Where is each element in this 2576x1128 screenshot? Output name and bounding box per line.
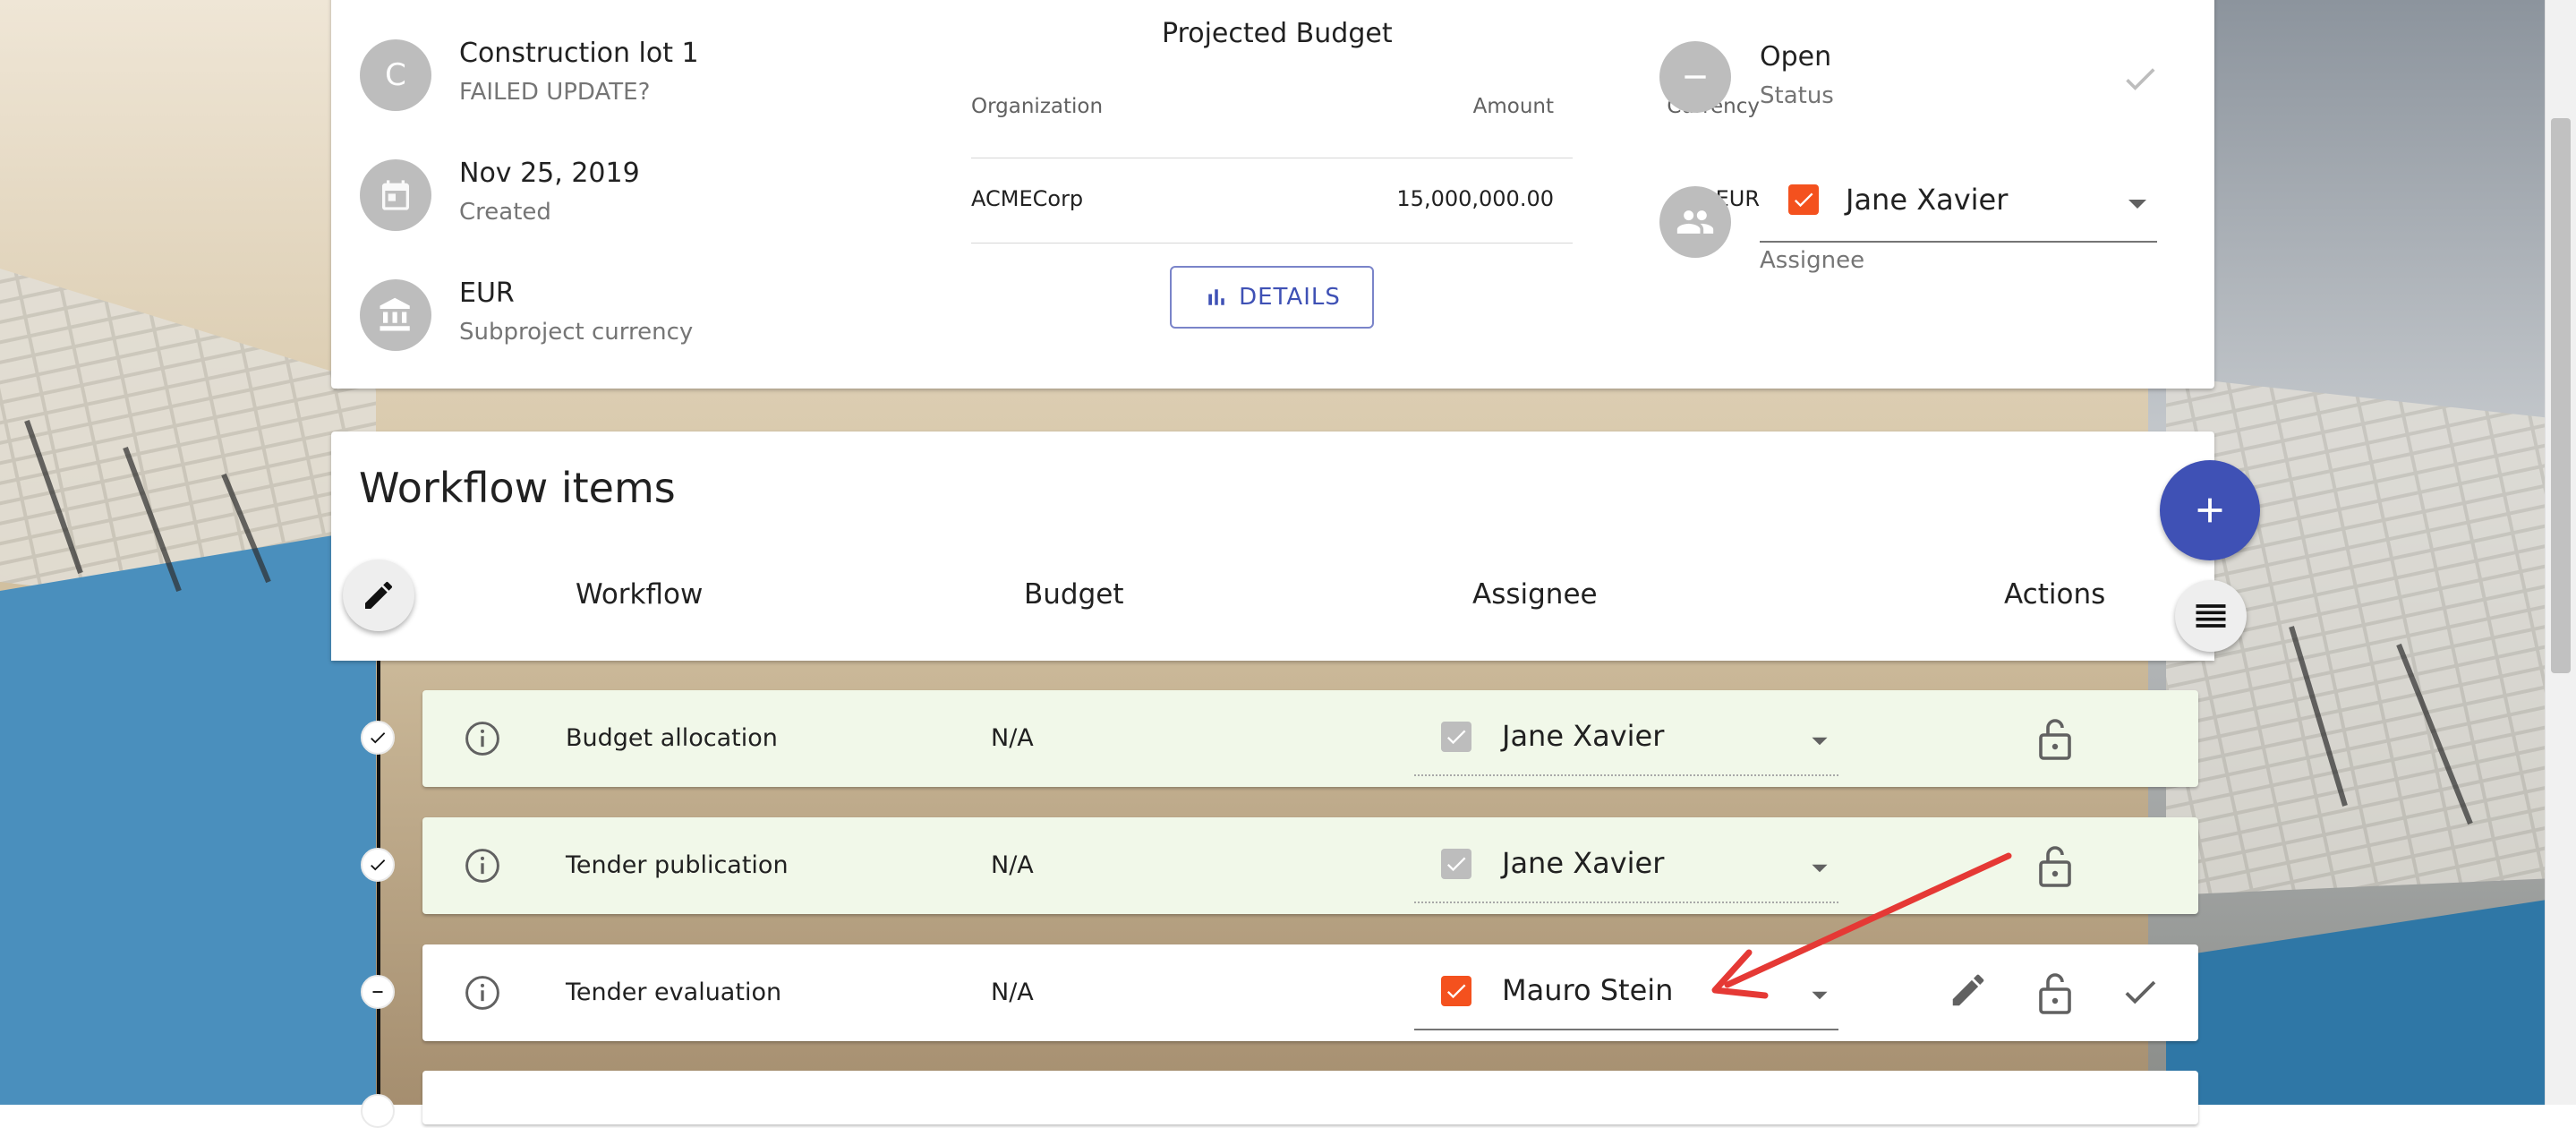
created-date: Nov 25, 2019 bbox=[459, 158, 640, 189]
workflow-item-budget: N/A bbox=[991, 724, 1034, 752]
minus-circle-icon bbox=[1659, 41, 1731, 113]
subproject-currency: EUR bbox=[459, 278, 515, 309]
subproject-currency-label: Subproject currency bbox=[459, 319, 694, 346]
list-icon bbox=[2196, 604, 2226, 628]
calendar-icon bbox=[360, 159, 431, 231]
edit-icon bbox=[365, 581, 393, 609]
workflow-assignee-checkbox bbox=[1441, 722, 1471, 752]
subproject-avatar: C bbox=[360, 39, 431, 111]
budget-cell-organization: ACMECorp bbox=[971, 186, 1084, 211]
info-icon[interactable] bbox=[463, 846, 502, 889]
assignee-select-underline bbox=[1414, 774, 1838, 776]
assignee-select-underline bbox=[1414, 1029, 1838, 1030]
workflow-assignee-checkbox[interactable] bbox=[1441, 976, 1471, 1006]
people-icon bbox=[1659, 186, 1731, 258]
column-header-assignee: Assignee bbox=[1472, 578, 1598, 611]
status-value: Open bbox=[1760, 41, 1832, 73]
subproject-name: Construction lot 1 bbox=[459, 38, 699, 69]
timeline-node-done bbox=[361, 848, 395, 882]
lock-open-icon[interactable] bbox=[2034, 970, 2077, 1020]
add-workflow-item-button[interactable] bbox=[2160, 460, 2260, 560]
avatar-letter: C bbox=[385, 57, 406, 93]
created-label: Created bbox=[459, 199, 551, 226]
column-header-actions: Actions bbox=[2004, 578, 2106, 611]
bank-icon bbox=[360, 279, 431, 351]
budget-row-divider bbox=[971, 243, 1573, 244]
assignee-select-underline bbox=[1414, 902, 1838, 903]
close-item-check-icon[interactable] bbox=[2120, 971, 2161, 1016]
minus-icon bbox=[372, 991, 383, 993]
add-icon bbox=[2197, 498, 2222, 523]
workflow-item-name: Tender evaluation bbox=[566, 978, 782, 1006]
chevron-down-icon bbox=[1810, 860, 1830, 877]
subproject-summary-card: C Construction lot 1 FAILED UPDATE? Nov … bbox=[331, 0, 2214, 389]
workflow-items-title: Workflow items bbox=[359, 464, 676, 512]
chevron-down-icon[interactable] bbox=[1810, 987, 1830, 1004]
chevron-down-icon bbox=[1810, 733, 1830, 750]
edit-icon[interactable] bbox=[1948, 970, 1989, 1014]
lock-open-icon[interactable] bbox=[2034, 715, 2077, 765]
status-label: Status bbox=[1760, 82, 1834, 109]
projected-budget-title-text: Projected Budget bbox=[1162, 18, 1393, 49]
budget-cell-amount: 15,000,000.00 bbox=[1396, 186, 1554, 211]
workflow-assignee-checkbox bbox=[1441, 849, 1471, 879]
timeline-node-next bbox=[361, 1094, 395, 1128]
workflow-item-assignee-select[interactable]: Mauro Stein bbox=[1502, 973, 1673, 1007]
workflow-item-budget: N/A bbox=[991, 851, 1034, 879]
assignee-label: Assignee bbox=[1760, 247, 1865, 274]
timeline-node-done bbox=[361, 721, 395, 755]
check-icon bbox=[371, 732, 386, 744]
subproject-subtitle: FAILED UPDATE? bbox=[459, 79, 651, 106]
column-header-budget: Budget bbox=[1024, 578, 1124, 611]
budget-header-amount: Amount bbox=[1472, 95, 1554, 118]
column-header-workflow: Workflow bbox=[576, 578, 704, 611]
assignee-dropdown-chevron-down-icon[interactable] bbox=[2127, 197, 2148, 214]
details-button-label: DETAILS bbox=[1239, 284, 1341, 311]
workflow-item-name: Tender publication bbox=[566, 851, 789, 879]
subproject-assignee[interactable]: Jane Xavier bbox=[1846, 183, 2008, 217]
bar-chart-icon bbox=[1208, 289, 1224, 305]
workflow-list-view-button[interactable] bbox=[2175, 580, 2247, 652]
workflow-item-assignee: Jane Xavier bbox=[1502, 846, 1665, 880]
workflow-item-budget: N/A bbox=[991, 978, 1034, 1006]
workflow-item-assignee: Jane Xavier bbox=[1502, 719, 1665, 753]
scrollbar-thumb[interactable] bbox=[2551, 118, 2571, 673]
workflow-row[interactable]: Tender publication N/A Jane Xavier bbox=[422, 817, 2198, 914]
workflow-row[interactable] bbox=[422, 1071, 2198, 1124]
assignee-select-underline bbox=[1760, 241, 2157, 243]
close-status-check-icon[interactable] bbox=[2120, 59, 2160, 102]
page-scrollbar[interactable] bbox=[2545, 0, 2576, 1105]
edit-workflow-order-button[interactable] bbox=[343, 560, 414, 631]
workflow-item-name: Budget allocation bbox=[566, 724, 778, 752]
assignee-checkbox[interactable] bbox=[1788, 184, 1819, 215]
budget-header-organization: Organization bbox=[971, 95, 1104, 118]
lock-open-icon[interactable] bbox=[2034, 842, 2077, 893]
check-icon bbox=[371, 859, 386, 871]
info-icon[interactable] bbox=[463, 973, 502, 1016]
timeline-node-open bbox=[361, 975, 395, 1009]
workflow-row[interactable]: Budget allocation N/A Jane Xavier bbox=[422, 690, 2198, 787]
workflow-row[interactable]: Tender evaluation N/A Mauro Stein bbox=[422, 944, 2198, 1041]
details-button[interactable]: DETAILS bbox=[1170, 266, 1374, 329]
info-icon[interactable] bbox=[463, 719, 502, 762]
